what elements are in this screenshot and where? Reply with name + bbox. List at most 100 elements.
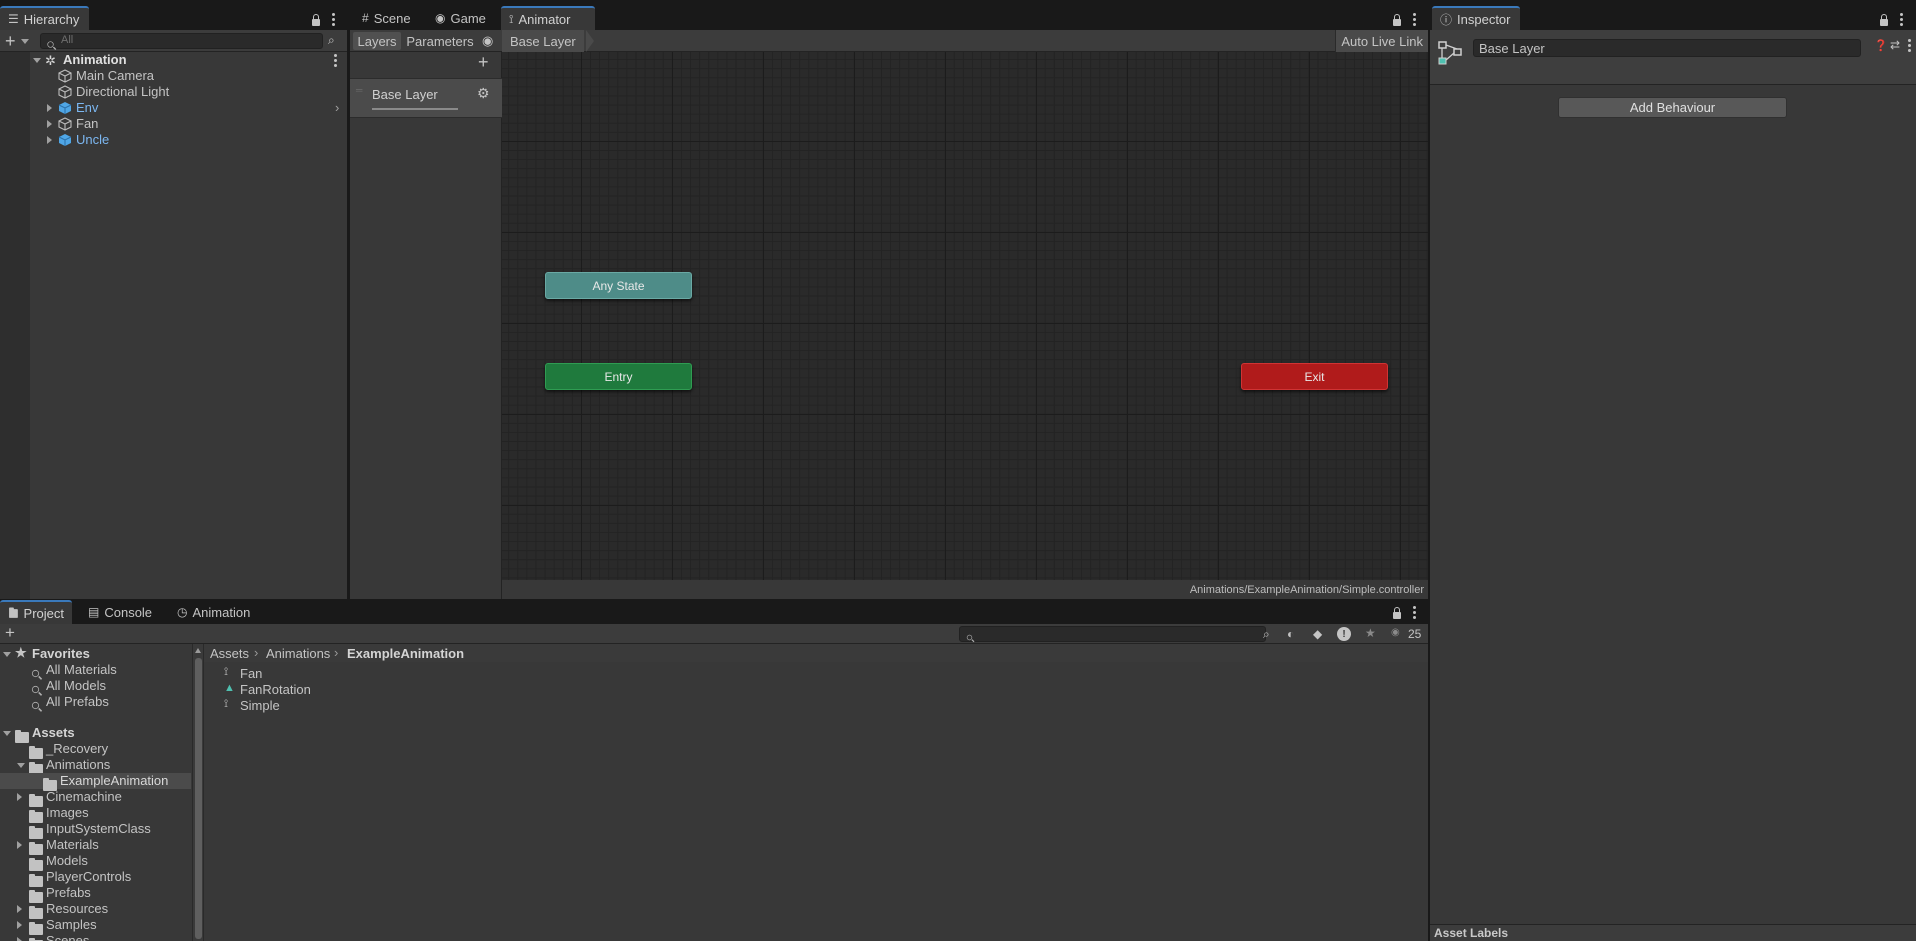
breadcrumb[interactable]: Base Layer — [502, 30, 584, 52]
folder-label: InputSystemClass — [46, 821, 151, 836]
tab-hierarchy[interactable]: ☰ Hierarchy — [0, 6, 89, 30]
file-item[interactable]: ⟟ Simple — [224, 698, 1428, 714]
preset-icon[interactable]: ⇄ — [1890, 38, 1900, 52]
layer-name: Base Layer — [372, 87, 438, 102]
folder-item[interactable]: PlayerControls — [0, 869, 192, 887]
folder-item[interactable]: Prefabs — [0, 885, 192, 903]
folder-item[interactable]: Materials — [0, 837, 192, 855]
expand-arrow-icon[interactable] — [17, 841, 22, 849]
entry-node[interactable]: Entry — [545, 363, 692, 390]
info-icon: ⓘ — [1440, 12, 1453, 27]
expand-arrow-icon[interactable] — [17, 921, 22, 929]
hierarchy-item[interactable]: Main Camera — [0, 68, 347, 84]
expand-arrow-icon[interactable] — [17, 763, 25, 768]
hierarchy-item[interactable]: Uncle — [0, 132, 347, 148]
folder-item[interactable]: Scenes — [0, 933, 192, 941]
layers-tab[interactable]: Layers — [353, 32, 401, 50]
expand-arrow-icon[interactable] — [47, 104, 52, 112]
hierarchy-item[interactable]: Directional Light — [0, 84, 347, 100]
gameobject-cube-icon — [58, 117, 72, 131]
animator-controller-icon: ⟟ — [224, 698, 229, 710]
favorite-item[interactable]: All Models — [0, 678, 192, 694]
tab-animator[interactable]: ⟟ Animator — [501, 6, 595, 30]
expand-arrow-icon[interactable] — [47, 120, 52, 128]
favorites-row[interactable]: ★ Favorites — [0, 645, 192, 662]
folder-item[interactable]: Samples — [0, 917, 192, 935]
tree-scrollbar[interactable] — [192, 644, 204, 941]
folder-item[interactable]: Cinemachine — [0, 789, 192, 807]
file-item[interactable]: ⟟ Fan — [224, 666, 1428, 682]
exit-node[interactable]: Exit — [1241, 363, 1388, 390]
gear-icon[interactable]: ⚙ — [477, 85, 490, 102]
hidden-eye-icon[interactable]: ◉ — [1391, 627, 1400, 638]
add-icon[interactable]: + — [5, 31, 16, 52]
folder-item-selected[interactable]: ExampleAnimation — [0, 773, 191, 791]
search-filter-icon[interactable]: ⌕ — [328, 33, 335, 48]
hierarchy-item[interactable]: Env › — [0, 100, 347, 116]
tab-inspector[interactable]: ⓘ Inspector — [1432, 6, 1520, 30]
asset-labels-header[interactable]: Asset Labels — [1430, 924, 1916, 941]
more-menu-icon[interactable] — [1897, 13, 1905, 26]
more-menu-icon[interactable] — [1410, 606, 1418, 619]
project-search-input[interactable] — [959, 626, 1266, 642]
create-icon[interactable]: + — [5, 623, 15, 643]
expand-arrow-icon[interactable] — [33, 58, 41, 63]
favorite-item[interactable]: All Prefabs — [0, 694, 192, 710]
state-machine-graph[interactable]: Any State Entry Exit — [502, 52, 1428, 580]
chevron-right-icon: › — [254, 645, 259, 660]
hierarchy-search-input[interactable]: All — [40, 33, 323, 49]
tab-console[interactable]: ▤ Console — [80, 600, 160, 624]
component-menu-icon[interactable] — [1905, 39, 1913, 52]
folder-item[interactable]: Animations — [0, 757, 192, 775]
help-icon[interactable]: ❓ — [1874, 39, 1888, 52]
parameters-tab[interactable]: Parameters — [404, 32, 476, 50]
folder-item[interactable]: Images — [0, 805, 192, 823]
folder-item[interactable]: _Recovery — [0, 741, 192, 759]
tab-animation[interactable]: ◷ Animation — [169, 600, 258, 624]
folder-item[interactable]: Models — [0, 853, 192, 871]
drag-handle-icon[interactable]: ═ — [356, 85, 362, 95]
dropdown-icon[interactable] — [21, 39, 29, 44]
favorite-star-icon[interactable]: ★ — [1365, 626, 1376, 640]
more-menu-icon[interactable] — [1410, 13, 1418, 26]
lock-icon[interactable] — [1393, 607, 1401, 622]
folder-item[interactable]: InputSystemClass — [0, 821, 192, 839]
favorite-item[interactable]: All Materials — [0, 662, 192, 678]
lock-icon[interactable] — [1880, 14, 1888, 29]
scroll-up-icon[interactable] — [195, 648, 201, 653]
assets-row[interactable]: Assets — [0, 725, 192, 743]
add-layer-icon[interactable]: + — [478, 52, 489, 73]
any-state-node[interactable]: Any State — [545, 272, 692, 299]
breadcrumb-item[interactable]: ExampleAnimation — [347, 646, 464, 661]
tab-project[interactable]: Project — [0, 600, 72, 624]
scrollbar-thumb[interactable] — [195, 658, 202, 939]
layer-name-field[interactable]: Base Layer — [1473, 39, 1861, 57]
auto-live-link-button[interactable]: Auto Live Link — [1335, 30, 1428, 52]
expand-arrow-icon[interactable] — [47, 136, 52, 144]
breadcrumb-item[interactable]: Animations — [266, 646, 330, 661]
more-menu-icon[interactable] — [329, 13, 337, 26]
lock-icon[interactable] — [312, 14, 320, 29]
chevron-right-icon[interactable]: › — [335, 100, 339, 115]
expand-arrow-icon[interactable] — [17, 793, 22, 801]
breadcrumb-item[interactable]: Assets — [210, 646, 249, 661]
add-behaviour-button[interactable]: Add Behaviour — [1558, 97, 1787, 118]
scene-row[interactable]: ✲ Animation — [0, 52, 347, 68]
folder-item[interactable]: Resources — [0, 901, 192, 919]
warning-filter-icon[interactable]: ! — [1337, 627, 1351, 641]
layer-item[interactable]: ═ Base Layer ⚙ — [350, 78, 502, 118]
file-item[interactable]: ▲ FanRotation — [224, 682, 1428, 698]
expand-arrow-icon[interactable] — [17, 905, 22, 913]
scene-menu-icon[interactable] — [331, 54, 339, 67]
hierarchy-item[interactable]: Fan — [0, 116, 347, 132]
expand-arrow-icon[interactable] — [3, 731, 11, 736]
expand-arrow-icon[interactable] — [17, 937, 22, 941]
tab-game[interactable]: ◉ Game — [427, 6, 494, 30]
eye-icon[interactable]: ◉ — [482, 33, 493, 49]
lock-icon[interactable] — [1393, 14, 1401, 29]
tab-scene[interactable]: # Scene — [354, 6, 419, 30]
filter-by-type-icon[interactable]: ◐ — [1287, 627, 1294, 641]
search-by-type-icon[interactable]: ⌕ — [1263, 627, 1270, 642]
expand-arrow-icon[interactable] — [3, 652, 11, 657]
label-tag-icon[interactable]: ◆ — [1313, 627, 1322, 641]
